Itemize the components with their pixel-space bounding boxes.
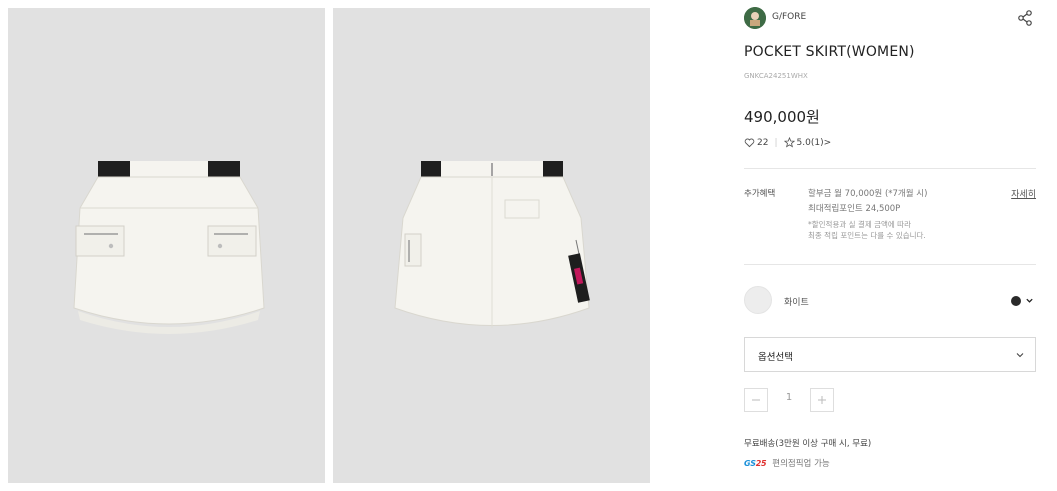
max-points-info: 최대적립포인트 24,500P: [808, 204, 901, 214]
product-stats: 22 | 5.0 (1) >: [744, 137, 831, 148]
rating-value[interactable]: 5.0: [797, 138, 811, 148]
store-pickup-row: GS25 편의점픽업 가능: [744, 457, 830, 470]
skirt-back-illustration: [394, 161, 590, 328]
stats-divider: |: [774, 137, 778, 148]
option-select-label: 옵션선택: [758, 352, 793, 363]
option-select[interactable]: 옵션선택: [744, 337, 1036, 372]
installment-info: 할부금 월 70,000원 (*7개월 시): [808, 189, 928, 199]
brand-row: G/FORE: [744, 7, 1036, 29]
gs25-logo-icon: GS25: [744, 458, 767, 468]
product-title: POCKET SKIRT(WOMEN): [744, 44, 915, 60]
divider: [744, 168, 1036, 169]
points-note-line2: 최종 적립 포인트는 다를 수 있습니다.: [808, 231, 926, 240]
skirt-front-illustration: [73, 161, 265, 334]
product-image-front[interactable]: [8, 8, 325, 483]
product-code: GNKCA24251WHX: [744, 72, 808, 80]
selected-color-name: 화이트: [784, 298, 809, 308]
quantity-decrease-button[interactable]: [744, 388, 768, 412]
product-image-back[interactable]: [333, 8, 650, 483]
star-icon: [783, 137, 795, 148]
product-info-panel: G/FORE POCKET SKIRT(WOMEN) GNKCA24251WHX…: [744, 0, 1036, 491]
product-price: 490,000원: [744, 108, 820, 126]
review-count[interactable]: (1): [811, 138, 824, 148]
divider: [744, 264, 1036, 265]
like-count[interactable]: 22: [757, 138, 768, 148]
color-swatch-white[interactable]: [744, 286, 772, 314]
points-note-line1: *할인적용과 실 결제 금액에 따라: [808, 220, 911, 229]
color-dot-black[interactable]: [1011, 296, 1021, 306]
brand-avatar-icon[interactable]: [744, 7, 766, 29]
plus-icon: [818, 396, 826, 404]
reviews-arrow-icon[interactable]: >: [824, 138, 832, 148]
shipping-info: 무료배송(3만원 이상 구매 시, 무료): [744, 439, 872, 449]
quantity-value[interactable]: 1: [768, 392, 810, 403]
store-pickup-text: 편의점픽업 가능: [772, 459, 830, 469]
benefits-detail-link[interactable]: 자세히: [1011, 187, 1036, 200]
quantity-increase-button[interactable]: [810, 388, 834, 412]
chevron-down-icon: [1016, 353, 1024, 358]
minus-icon: [752, 399, 760, 401]
chevron-down-icon[interactable]: [1025, 296, 1034, 305]
heart-icon[interactable]: [744, 137, 755, 148]
share-icon[interactable]: [1016, 9, 1034, 27]
brand-name[interactable]: G/FORE: [772, 12, 806, 22]
benefits-label: 추가혜택: [744, 189, 776, 199]
